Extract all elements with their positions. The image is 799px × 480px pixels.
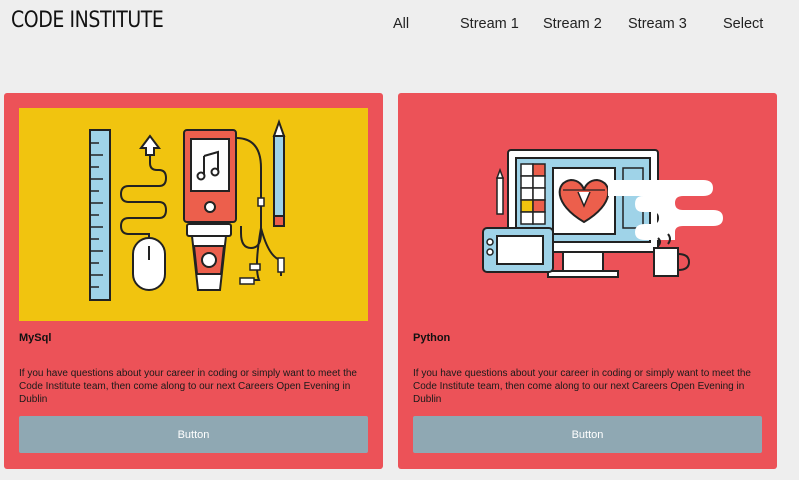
card-button-python[interactable]: Button [413,416,762,453]
card-text: If you have questions about your career … [413,368,751,405]
card-title: Python [413,332,451,344]
card-mysql: MySql If you have questions about your c… [4,93,383,469]
nav-item-all[interactable]: All [393,16,409,32]
nav-item-stream-1[interactable]: Stream 1 [460,16,519,32]
tech-illustration [89,119,286,301]
brand-logo[interactable]: CODE INSTITUTE [11,8,164,33]
nav-item-stream-3[interactable]: Stream 3 [628,16,687,32]
navbar: CODE INSTITUTE All Stream 1 Stream 2 Str… [0,0,799,50]
card-title: MySql [19,332,52,344]
card-button-mysql[interactable]: Button [19,416,368,453]
nav-item-select[interactable]: Select [723,16,763,32]
design-illustration [482,149,723,278]
card-python: Python If you have questions about your … [398,93,777,469]
card-image-mysql [19,108,368,321]
nav-item-stream-2[interactable]: Stream 2 [543,16,602,32]
card-text: If you have questions about your career … [19,368,357,405]
card-image-python [413,108,762,321]
